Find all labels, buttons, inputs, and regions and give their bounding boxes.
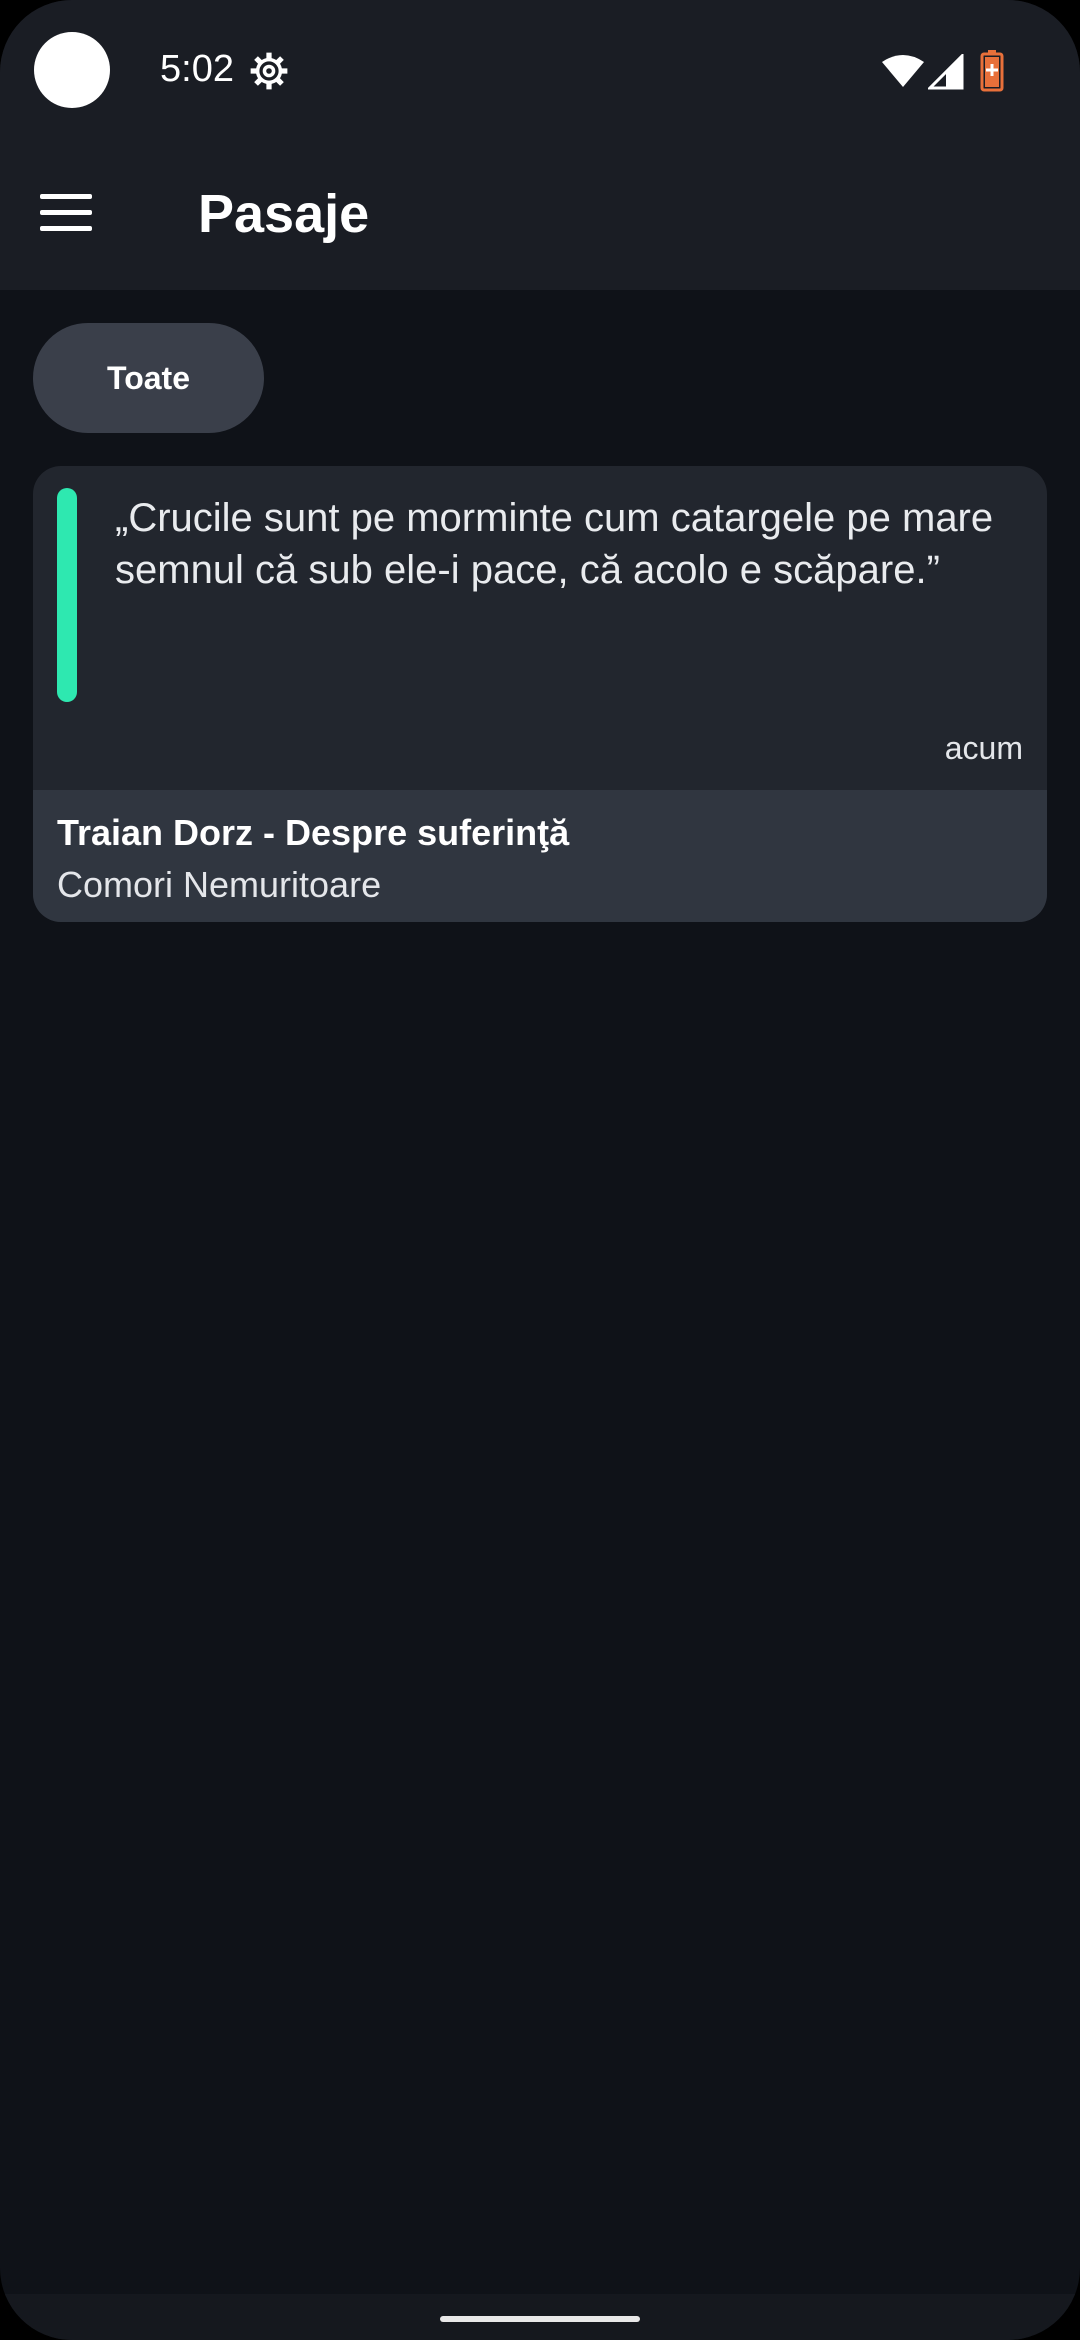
app-bar: Pasaje	[0, 140, 1080, 290]
page-title: Pasaje	[198, 184, 370, 244]
passage-card[interactable]: „Crucile sunt pe morminte cum catargele …	[33, 466, 1047, 922]
status-bar: 5:02	[0, 0, 1080, 140]
filter-chip-toate[interactable]: Toate	[33, 323, 264, 433]
home-gesture-handle[interactable]	[440, 2316, 640, 2322]
hamburger-menu-icon[interactable]	[40, 194, 92, 232]
battery-icon	[980, 50, 1004, 92]
passage-source: Comori Nemuritoare	[57, 864, 382, 905]
settings-icon	[250, 52, 288, 90]
phone-screen: 5:02 Pasaje Toate „Crucile sunt pe mormi…	[0, 0, 1080, 2340]
passage-footer: Traian Dorz - Despre suferinţă Comori Ne…	[33, 790, 1047, 922]
quote-accent-bar	[57, 488, 77, 702]
passage-author: Traian Dorz - Despre suferinţă	[57, 812, 570, 853]
passage-quote: „Crucile sunt pe morminte cum catargele …	[115, 496, 994, 592]
wifi-icon	[882, 55, 924, 87]
passage-time: acum	[944, 730, 1023, 766]
status-time: 5:02	[160, 48, 234, 90]
camera-cutout	[34, 32, 110, 108]
signal-icon	[928, 54, 964, 90]
navigation-bar	[0, 2294, 1080, 2340]
